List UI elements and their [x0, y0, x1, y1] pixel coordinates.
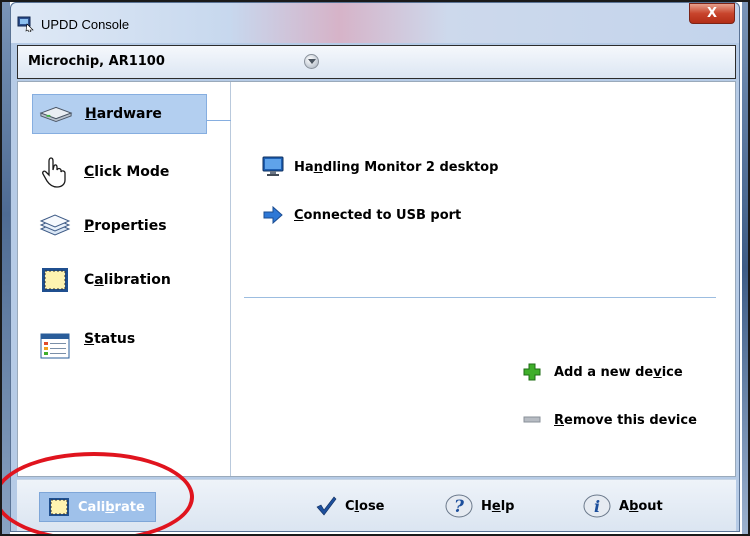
sidebar-item-properties[interactable]: Properties: [32, 206, 167, 246]
sidebar-item-label: Calibration: [84, 272, 171, 288]
port-info-row: Connected to USB port: [262, 204, 461, 226]
help-button[interactable]: ? Help: [445, 490, 514, 522]
status-list-icon: [38, 329, 72, 363]
hardware-panel: Handling Monitor 2 desktop Connected to …: [232, 82, 737, 476]
layers-icon: [38, 209, 72, 243]
calibrate-button[interactable]: Calibrate: [39, 492, 156, 522]
sidebar-item-label: Hardware: [85, 106, 162, 122]
sidebar-item-hardware[interactable]: Hardware: [32, 94, 207, 134]
sidebar-item-label: Click Mode: [84, 164, 170, 180]
sidebar-item-label: Status: [84, 331, 136, 347]
port-info-text: Connected to USB port: [294, 207, 462, 223]
desktop-background-right: [742, 0, 748, 536]
monitor-icon: [262, 156, 284, 178]
panel-divider: [244, 297, 716, 298]
device-name: Microchip, AR1100: [28, 54, 165, 69]
calibration-target-icon: [38, 263, 72, 297]
help-button-label: Help: [481, 498, 515, 514]
sidebar-nav: Hardware Click Mode Properties Calibrati…: [18, 82, 231, 476]
chevron-down-icon[interactable]: [304, 54, 319, 69]
svg-text:i: i: [594, 497, 600, 516]
close-button-label: Close: [345, 498, 385, 514]
desktop-background-left: [2, 0, 10, 536]
calibration-target-icon: [48, 497, 70, 517]
remove-device-button[interactable]: Remove this device: [522, 410, 697, 430]
svg-text:?: ?: [454, 497, 465, 517]
sidebar-item-click-mode[interactable]: Click Mode: [32, 152, 169, 192]
plus-icon: [522, 362, 542, 382]
close-button[interactable]: Close: [315, 490, 385, 522]
add-device-label: Add a new device: [554, 364, 683, 380]
updd-console-window: UPDD Console X Microchip, AR1100 Hardwar…: [10, 2, 740, 532]
add-device-button[interactable]: Add a new device: [522, 362, 683, 382]
window-title: UPDD Console: [41, 17, 130, 32]
selected-tab-connector: [207, 120, 231, 121]
updd-app-icon: [17, 16, 35, 33]
sidebar-item-status[interactable]: Status: [32, 326, 135, 366]
title-bar[interactable]: UPDD Console X: [11, 3, 739, 43]
checkmark-icon: [315, 495, 337, 517]
about-button[interactable]: i About: [583, 490, 663, 522]
calibrate-button-label: Calibrate: [78, 499, 145, 515]
monitor-info-row: Handling Monitor 2 desktop: [262, 156, 498, 178]
about-button-label: About: [619, 498, 663, 514]
console-client-area: Hardware Click Mode Properties Calibrati…: [17, 81, 736, 477]
sidebar-item-calibration[interactable]: Calibration: [32, 260, 171, 300]
window-close-button[interactable]: X: [689, 3, 735, 24]
help-icon: ?: [445, 494, 473, 518]
hardware-device-icon: [39, 97, 73, 131]
info-icon: i: [583, 494, 611, 518]
hand-pointer-icon: [38, 155, 72, 189]
remove-device-label: Remove this device: [554, 412, 697, 428]
device-selector-bar[interactable]: Microchip, AR1100: [17, 45, 736, 79]
bottom-button-bar: Calibrate Close ? Help i About: [17, 479, 736, 531]
monitor-info-text: Handling Monitor 2 desktop: [294, 159, 499, 175]
minus-icon: [522, 410, 542, 430]
sidebar-item-label: Properties: [84, 218, 167, 234]
arrow-right-icon: [262, 204, 284, 226]
